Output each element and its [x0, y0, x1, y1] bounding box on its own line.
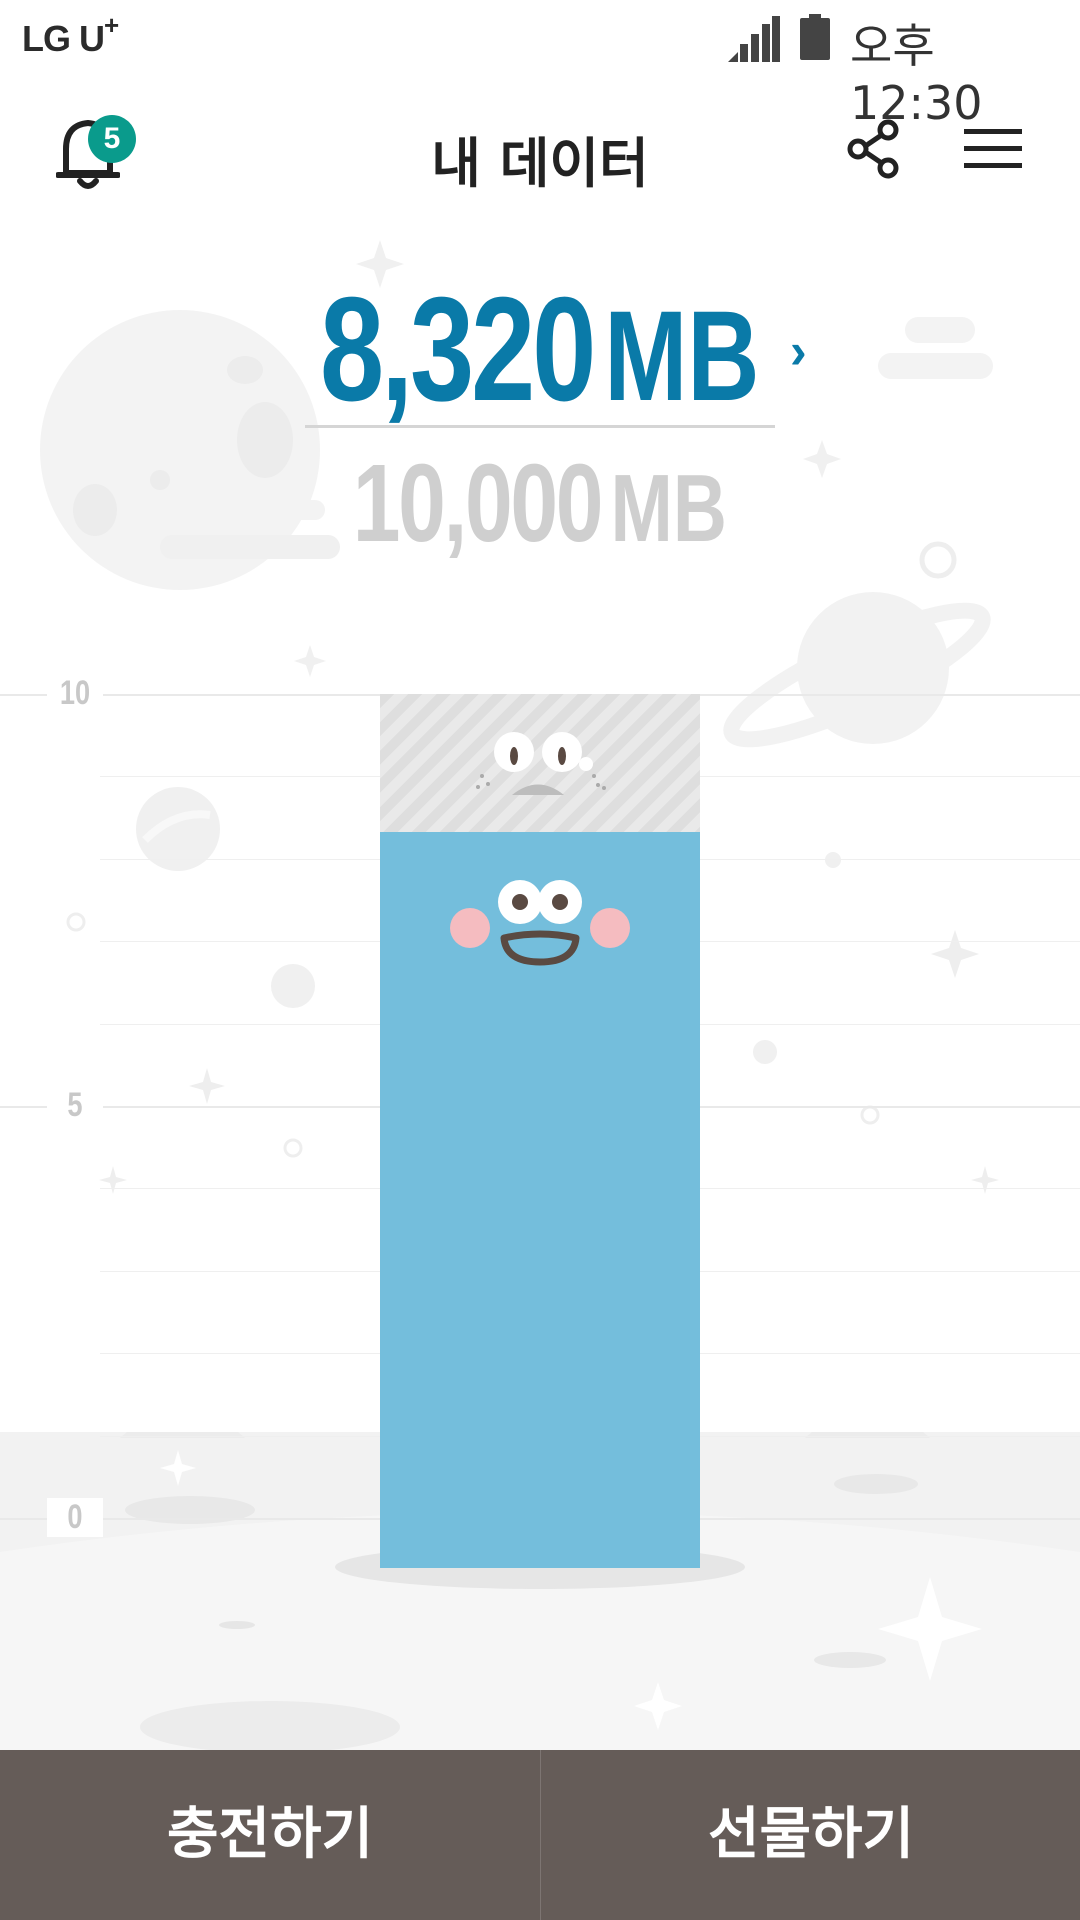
remaining-data-readout[interactable]: 8,320MB	[0, 265, 1080, 435]
remaining-data-value: 8,320	[320, 267, 596, 432]
chevron-right-icon[interactable]: ›	[790, 322, 807, 380]
hamburger-menu-icon[interactable]	[964, 127, 1022, 171]
app-bar: 5 내 데이터	[0, 75, 1080, 225]
remaining-data-unit: MB	[604, 285, 760, 428]
carrier-name: LG U	[22, 18, 105, 59]
happy-face-icon	[450, 880, 630, 966]
carrier-plus: +	[104, 10, 119, 40]
total-data-value: 10,000	[352, 442, 604, 565]
signal-strength-icon	[728, 16, 780, 62]
gift-button[interactable]: 선물하기	[541, 1750, 1080, 1920]
y-tick-label: 5	[47, 1086, 103, 1125]
battery-icon	[800, 14, 830, 60]
y-tick-label: 10	[47, 674, 103, 713]
sad-face-icon	[476, 732, 606, 795]
share-icon[interactable]	[846, 119, 900, 179]
bottom-action-bar: 충전하기 선물하기	[0, 1750, 1080, 1920]
data-usage-bar-chart: 10 5 0	[0, 660, 1080, 1590]
charge-button[interactable]: 충전하기	[0, 1750, 540, 1920]
carrier-logo: LG U+	[22, 10, 119, 60]
status-bar: LG U+ 오후 12:30	[0, 0, 1080, 130]
total-data-unit: MB	[610, 455, 728, 562]
page-title: 내 데이터	[431, 132, 649, 195]
y-tick-label: 0	[47, 1498, 103, 1537]
divider	[305, 425, 775, 428]
total-data-readout: 10,000MB	[0, 440, 1080, 567]
